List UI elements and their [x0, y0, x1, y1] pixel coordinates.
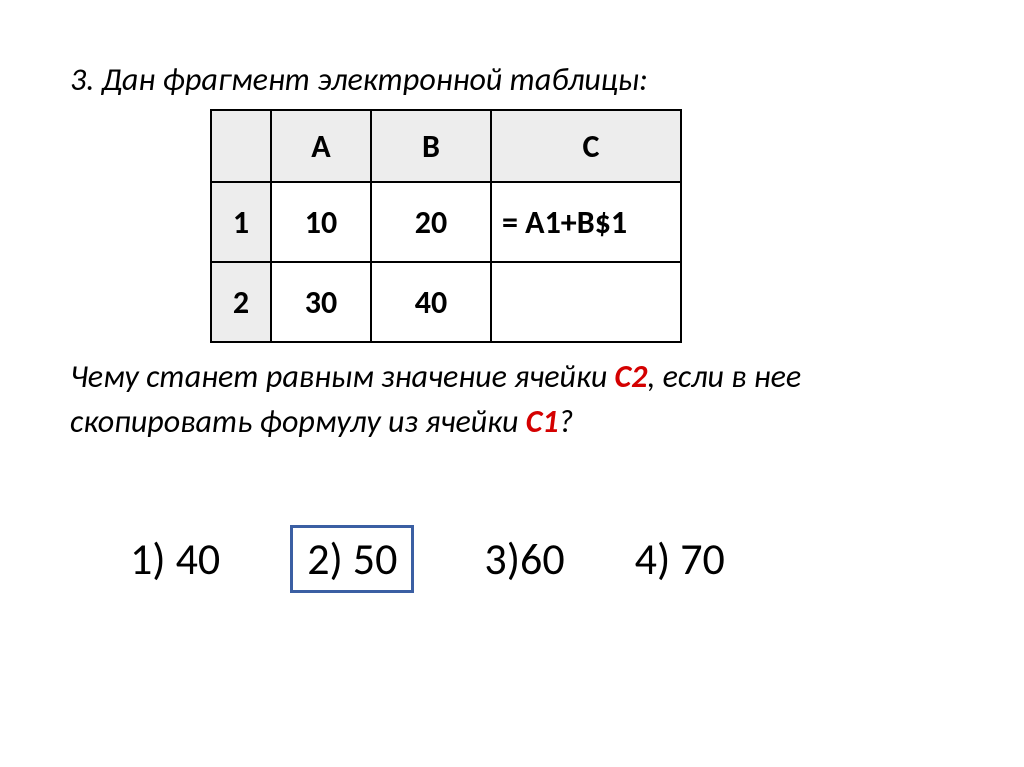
header-c: C [491, 110, 681, 182]
cell-a2: 30 [271, 262, 371, 342]
cell-a1: 10 [271, 182, 371, 262]
cell-b2: 40 [371, 262, 491, 342]
question-intro: 3. Дан фрагмент электронной таблицы: [70, 60, 954, 99]
row-label-1: 1 [211, 182, 271, 262]
row-label-2: 2 [211, 262, 271, 342]
cell-ref-c2: С2 [615, 357, 648, 396]
table-row: 1 10 20 = A1+B$1 [211, 182, 681, 262]
cell-ref-c1: С1 [526, 402, 559, 441]
table-row: 2 30 40 [211, 262, 681, 342]
answer-2: 2) 50 [290, 525, 414, 593]
question-tail: Чему станет равным значение ячейки С2, е… [70, 355, 954, 445]
tail-text-1: Чему станет равным значение ячейки [70, 357, 615, 396]
cell-c1: = A1+B$1 [491, 182, 681, 262]
spreadsheet-table: A B C 1 10 20 = A1+B$1 2 30 40 [210, 109, 682, 343]
header-blank [211, 110, 271, 182]
table-header-row: A B C [211, 110, 681, 182]
cell-c2 [491, 262, 681, 342]
answer-4: 4) 70 [635, 532, 725, 586]
answer-1: 1) 40 [130, 532, 220, 586]
tail-text-3: ? [559, 402, 574, 441]
answer-3: 3)60 [484, 532, 564, 586]
header-a: A [271, 110, 371, 182]
header-b: B [371, 110, 491, 182]
cell-b1: 20 [371, 182, 491, 262]
spreadsheet-table-wrap: A B C 1 10 20 = A1+B$1 2 30 40 [70, 109, 954, 343]
answer-options: 1) 40 2) 50 3)60 4) 70 [70, 525, 954, 593]
